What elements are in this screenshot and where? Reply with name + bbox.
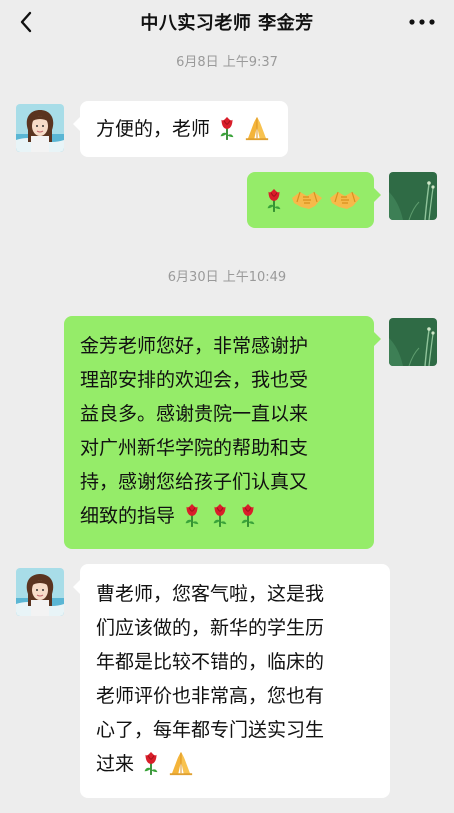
message-line: 对广州新华学院的帮助和支: [80, 437, 309, 459]
chat-title: 中八实习老师 李金芳: [140, 13, 314, 34]
timestamp: 6月30日 上午10:49: [167, 270, 287, 285]
handshake-emoji: [329, 187, 361, 213]
message-line: 理部安排的欢迎会，我也受: [80, 369, 309, 391]
rose-emoji: [209, 502, 231, 528]
rose-emoji: [263, 187, 285, 213]
rose-emoji: [237, 502, 259, 528]
message-line: 持，感谢您给孩子们认真又: [80, 471, 309, 493]
message-bubble-outgoing[interactable]: [247, 172, 381, 228]
message-bubble-incoming[interactable]: 曹老师，您客气啦，这是我 们应该做的，新华的学生历 年都是比较不错的，临床的 老…: [73, 564, 390, 798]
rose-emoji: [216, 115, 238, 141]
more-options-button[interactable]: [402, 4, 442, 40]
chevron-left-icon: [20, 11, 32, 33]
message-bubble-incoming[interactable]: 方便的，老师: [72, 101, 289, 157]
self-avatar[interactable]: [389, 318, 437, 366]
message-last-line: 过来: [96, 747, 380, 781]
message-line: 金芳老师您好，非常感谢护: [80, 335, 309, 357]
contact-avatar[interactable]: [16, 568, 64, 616]
message-line: 细致的指导: [80, 505, 176, 527]
message-line: 们应该做的，新华的学生历: [96, 617, 325, 639]
chat-header: 中八实习老师 李金芳: [0, 0, 454, 44]
message-bubble-outgoing[interactable]: 金芳老师您好，非常感谢护 理部安排的欢迎会，我也受 益良多。感谢贵院一直以来 对…: [64, 316, 381, 549]
message-line: 心了，每年都专门送实习生: [96, 719, 325, 741]
back-button[interactable]: [8, 4, 44, 40]
message-line: 老师评价也非常高，您也有: [96, 685, 325, 707]
folded-hands-emoji: [168, 750, 194, 776]
message-text: 方便的，老师: [96, 118, 211, 140]
timestamp: 6月8日 上午9:37: [176, 55, 278, 70]
message-line: 益良多。感谢贵院一直以来: [80, 403, 309, 425]
rose-emoji: [140, 750, 162, 776]
handshake-emoji: [291, 187, 323, 213]
message-line: 年都是比较不错的，临床的: [96, 651, 325, 673]
folded-hands-emoji: [244, 115, 270, 141]
more-dots-icon: [409, 19, 435, 25]
contact-avatar[interactable]: [16, 104, 64, 152]
message-line: 曹老师，您客气啦，这是我: [96, 583, 325, 605]
rose-emoji: [181, 502, 203, 528]
message-last-line: 细致的指导: [80, 499, 364, 533]
self-avatar[interactable]: [389, 172, 437, 220]
message-line: 过来: [96, 753, 135, 775]
